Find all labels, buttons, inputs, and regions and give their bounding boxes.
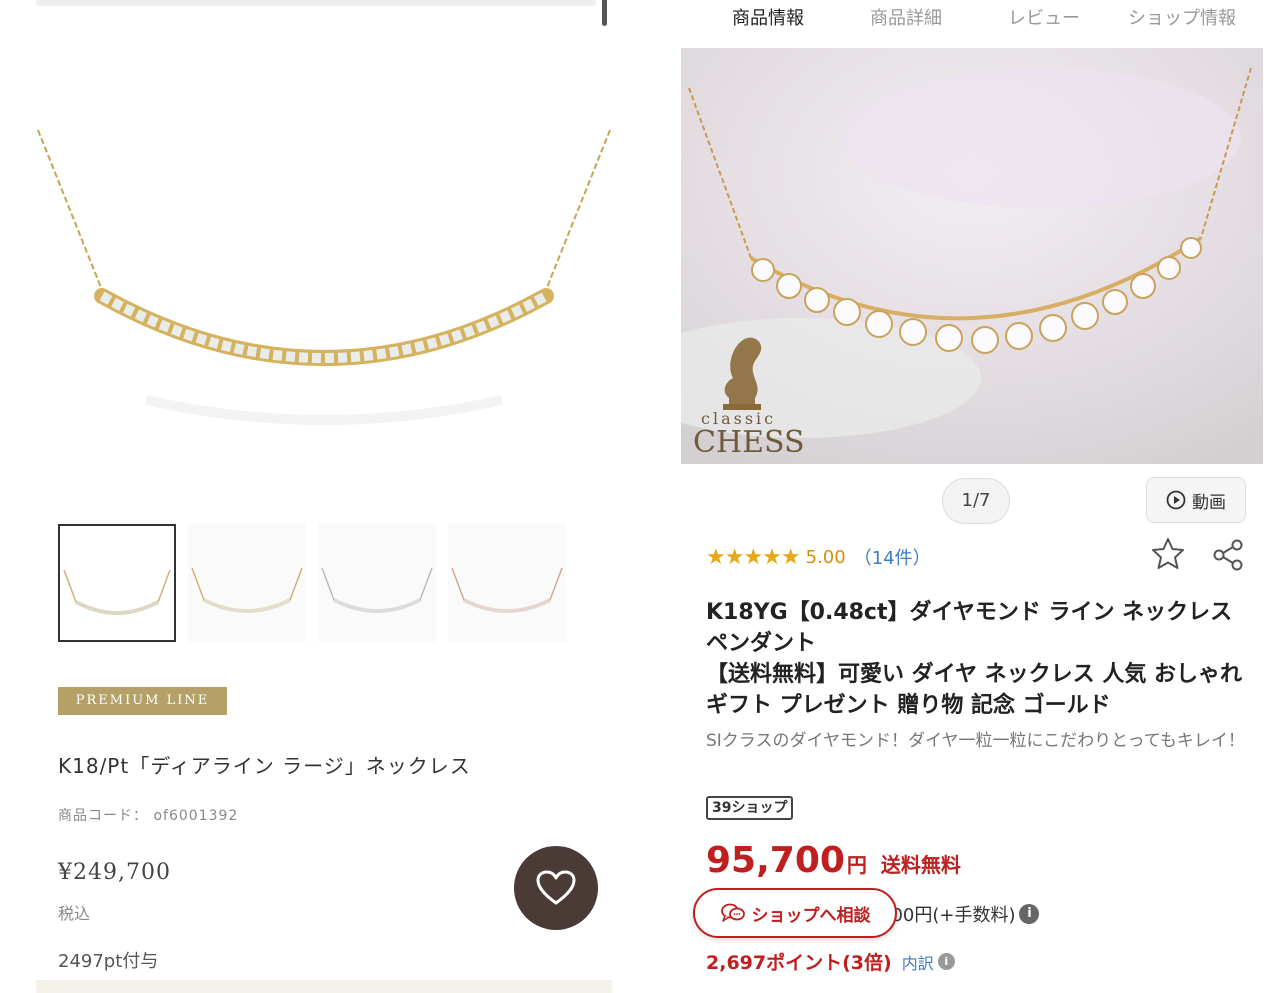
logo-chess-text: CHESS bbox=[693, 425, 805, 460]
favorite-button[interactable] bbox=[514, 846, 598, 930]
thumbnail-2[interactable] bbox=[188, 524, 306, 642]
info-icon[interactable]: i bbox=[937, 953, 955, 970]
thumbnail-1[interactable] bbox=[58, 524, 176, 642]
left-product-panel: PREMIUM LINE K18/Pt「ディアライン ラージ」ネックレス 商品コ… bbox=[0, 0, 640, 993]
price-unit: 円 bbox=[846, 853, 867, 877]
product-title: K18/Pt「ディアライン ラージ」ネックレス bbox=[58, 754, 471, 778]
necklace-thumbnail-image bbox=[63, 569, 171, 615]
rating-score: 5.00 bbox=[805, 546, 846, 568]
product-code: 商品コード： of6001392 bbox=[58, 808, 239, 824]
points-info: 2,697ポイント(3倍) 内訳 i bbox=[706, 948, 955, 975]
review-count-link[interactable]: （14件） bbox=[854, 544, 931, 570]
info-icon[interactable]: i bbox=[1019, 904, 1040, 924]
video-button-label: 動画 bbox=[1192, 492, 1226, 513]
price-value: 95,700 bbox=[706, 840, 845, 881]
points-breakdown-link[interactable]: 内訳 bbox=[902, 950, 934, 974]
image-counter: 1/7 bbox=[942, 478, 1010, 524]
chat-bubble-icon bbox=[720, 903, 745, 922]
star-icon[interactable] bbox=[1150, 536, 1186, 572]
tab-bar: 商品情報 商品詳細 レビュー ショップ情報 bbox=[650, 0, 1280, 36]
tab-reviews[interactable]: レビュー bbox=[1008, 4, 1080, 30]
tab-product-info[interactable]: 商品情報 bbox=[732, 4, 804, 30]
main-product-image[interactable] bbox=[36, 120, 612, 450]
catchcopy: SIクラスのダイヤモンド！ダイヤ一粒一粒にこだわりとってもキレイ！ bbox=[706, 731, 1245, 751]
scrollbar[interactable] bbox=[602, 0, 607, 26]
points-value: 2,697ポイント(3倍) bbox=[706, 952, 892, 974]
payment-amount: 900円(+手数料) bbox=[880, 905, 1016, 926]
top-image-edge bbox=[36, 0, 596, 6]
free-shipping-label: 送料無料 bbox=[880, 853, 961, 877]
necklace-thumbnail-image bbox=[451, 567, 563, 613]
share-icon[interactable] bbox=[1210, 537, 1246, 573]
thumbnail-strip bbox=[58, 524, 618, 642]
product-title-line2: 【送料無料】可愛い ダイヤ ネックレス 人気 おしゃれ ギフト プレゼント 贈り… bbox=[706, 662, 1242, 718]
shop-consult-button[interactable]: ショップへ相談 bbox=[693, 888, 897, 938]
thumbnail-4[interactable] bbox=[448, 524, 566, 642]
product-price: ¥249,700 bbox=[58, 860, 171, 885]
product-title: K18YG【0.48ct】ダイヤモンド ライン ネックレス ペンダント 【送料無… bbox=[706, 597, 1251, 721]
product-title-line1: K18YG【0.48ct】ダイヤモンド ライン ネックレス ペンダント bbox=[706, 600, 1233, 656]
tab-shop-info[interactable]: ショップ情報 bbox=[1128, 4, 1236, 30]
hero-product-image[interactable]: classic CHESS bbox=[681, 48, 1263, 464]
right-product-panel: 商品情報 商品詳細 レビュー ショップ情報 classic CHESS 1/7 … bbox=[650, 0, 1280, 993]
39shop-badge: 39ショップ bbox=[706, 796, 794, 820]
price-block: 95,700 円 送料無料 bbox=[706, 840, 961, 881]
payment-info: 900円(+手数料) i bbox=[880, 901, 1040, 927]
shop-consult-label: ショップへ相談 bbox=[751, 905, 871, 926]
play-circle-icon bbox=[1166, 490, 1186, 510]
thumbnail-3[interactable] bbox=[318, 524, 436, 642]
necklace-thumbnail-image bbox=[321, 567, 433, 613]
rating-summary[interactable]: ★★★★★ 5.00 （14件） bbox=[706, 544, 931, 570]
heart-icon bbox=[536, 870, 576, 905]
rating-stars: ★★★★★ bbox=[706, 544, 801, 570]
tab-product-details[interactable]: 商品詳細 bbox=[870, 4, 942, 30]
video-button[interactable]: 動画 bbox=[1146, 477, 1246, 523]
tax-note: 税込 bbox=[58, 904, 91, 923]
points-awarded: 2497pt付与 bbox=[58, 951, 159, 972]
necklace-thumbnail-image bbox=[191, 567, 303, 613]
premium-line-badge: PREMIUM LINE bbox=[58, 687, 227, 715]
bottom-image-edge bbox=[36, 980, 612, 993]
